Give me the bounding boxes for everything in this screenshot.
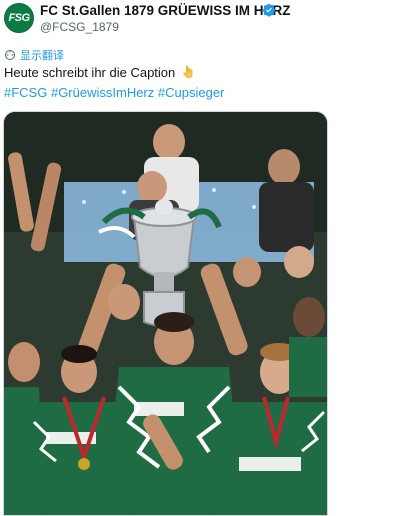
hashtag-cupsieger[interactable]: #Cupsieger: [158, 85, 225, 100]
trophy-celebration-photo: [4, 112, 327, 515]
verified-badge-icon: [262, 3, 276, 17]
post-text: Heute schreibt ihr die Caption: [4, 65, 195, 80]
show-translation-label: 显示翻译: [20, 50, 64, 62]
account-handle[interactable]: @FCSG_1879: [40, 20, 119, 34]
hashtag-gruewissimherz[interactable]: #GrüewissImHerz: [51, 85, 154, 100]
post-photo[interactable]: [3, 111, 328, 516]
tweet-header: FSG FC St.Gallen 1879 GRÜEWISS IM HERZ @…: [0, 0, 400, 40]
avatar[interactable]: FSG: [4, 3, 34, 33]
hashtag-list: #FCSG #GrüewissImHerz #Cupsieger: [4, 85, 224, 100]
translate-icon: [5, 50, 15, 60]
hashtag-fcsg[interactable]: #FCSG: [4, 85, 47, 100]
show-translation-button[interactable]: 显示翻译: [4, 47, 64, 63]
avatar-logo-text: FSG: [8, 12, 30, 24]
account-name[interactable]: FC St.Gallen 1879 GRÜEWISS IM HERZ: [40, 3, 291, 18]
pointing-down-hand-icon: [182, 65, 193, 79]
post-text-content: Heute schreibt ihr die Caption: [4, 65, 176, 80]
